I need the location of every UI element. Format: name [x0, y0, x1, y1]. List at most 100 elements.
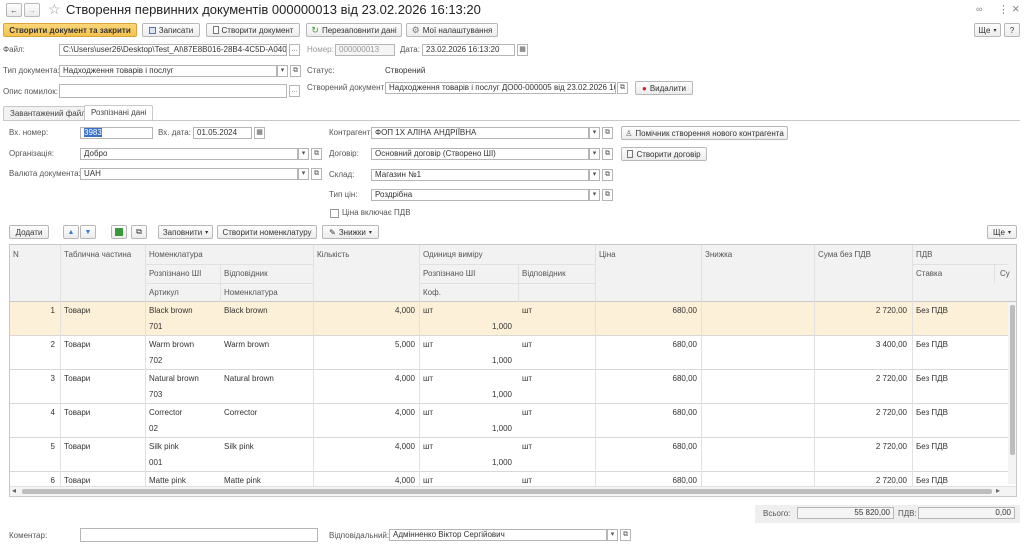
header-coef[interactable]: Коф.	[420, 283, 441, 302]
calendar-icon[interactable]: ▦	[517, 44, 528, 56]
my-settings-button[interactable]: ⚙ Мої налаштування	[406, 23, 498, 37]
new-contractor-helper-button[interactable]: ♙ Помічник створення нового контрагента	[621, 126, 788, 140]
close-icon[interactable]: ×	[1012, 1, 1020, 16]
table-cell-unit-match[interactable]: шт	[519, 302, 593, 319]
chevron-down-icon[interactable]: ▾	[589, 127, 600, 139]
table-cell-art[interactable]: 701	[146, 318, 218, 335]
table-cell-match[interactable]: Corrector	[221, 404, 311, 421]
contract-field[interactable]: Основний договір (Створено ШІ)	[371, 148, 589, 160]
header-unit-ai[interactable]: Розпізнано ШІ	[420, 264, 475, 283]
table-cell-ai[interactable]: Silk pink	[146, 438, 218, 455]
table-cell-n[interactable]: 3	[10, 370, 58, 387]
table-cell-ai[interactable]: Natural brown	[146, 370, 218, 387]
errors-open-button[interactable]: ...	[289, 85, 300, 97]
table-cell-rate[interactable]: Без ПДВ	[913, 438, 993, 455]
table-cell-unit-match[interactable]: шт	[519, 336, 593, 353]
favorite-star-icon[interactable]: ☆	[48, 1, 61, 18]
header-article[interactable]: Артикул	[146, 283, 179, 302]
table-cell-art[interactable]: 703	[146, 386, 218, 403]
table-cell-part[interactable]: Товари	[61, 370, 141, 387]
discounts-button[interactable]: ✎ Знижки ▾	[322, 225, 379, 239]
table-cell-coef[interactable]: 1,000	[420, 420, 515, 437]
table-cell-match[interactable]: Silk pink	[221, 438, 311, 455]
table-cell-ai[interactable]: Warm brown	[146, 336, 218, 353]
table-cell-match[interactable]: Warm brown	[221, 336, 311, 353]
table-cell-part[interactable]: Товари	[61, 336, 141, 353]
table-cell-qty[interactable]: 4,000	[314, 438, 418, 455]
chevron-down-icon[interactable]: ▾	[298, 168, 309, 180]
table-cell-qty[interactable]: 4,000	[314, 370, 418, 387]
copy-button[interactable]: ⧉	[131, 225, 147, 239]
header-unit-match[interactable]: Відповідник	[519, 264, 566, 283]
open-link-icon[interactable]: ⧉	[602, 169, 613, 181]
chevron-down-icon[interactable]: ▾	[589, 148, 600, 160]
table-cell-rate[interactable]: Без ПДВ	[913, 336, 993, 353]
tab-uploaded-file[interactable]: Завантажений файл	[3, 106, 93, 120]
open-link-icon[interactable]: ⧉	[602, 127, 613, 139]
file-select-button[interactable]: ...	[289, 44, 300, 56]
date-field[interactable]: 23.02.2026 16:13:20	[422, 44, 515, 56]
header-vat[interactable]: ПДВ	[913, 245, 933, 264]
chevron-down-icon[interactable]: ▾	[298, 148, 309, 160]
vertical-scrollbar-thumb[interactable]	[1010, 305, 1015, 455]
table-cell-rate[interactable]: Без ПДВ	[913, 404, 993, 421]
in-date-field[interactable]: 01.05.2024	[193, 127, 252, 139]
tab-recognized-data[interactable]: Розпізнані дані	[84, 105, 154, 120]
open-link-icon[interactable]: ⧉	[602, 189, 613, 201]
chevron-down-icon[interactable]: ▾	[589, 169, 600, 181]
table-cell-part[interactable]: Товари	[61, 404, 141, 421]
header-recognized-ai[interactable]: Розпізнано ШІ	[146, 264, 201, 283]
create-nomenclature-button[interactable]: Створити номенклатуру	[217, 225, 317, 239]
table-cell-unit-match[interactable]: шт	[519, 370, 593, 387]
header-su[interactable]: Су	[997, 264, 1010, 283]
table-cell-n[interactable]: 4	[10, 404, 58, 421]
table-cell-unit-ai[interactable]: шт	[420, 438, 515, 455]
table-cell-ai[interactable]: Corrector	[146, 404, 218, 421]
table-cell-price[interactable]: 680,00	[596, 336, 700, 353]
header-matching[interactable]: Відповідник	[221, 264, 268, 283]
table-cell-n[interactable]: 5	[10, 438, 58, 455]
file-field[interactable]: C:\Users\user26\Desktop\Test_AI\87E8B016…	[59, 44, 287, 56]
table-cell-art[interactable]: 702	[146, 352, 218, 369]
refill-data-button[interactable]: ↻ Перезаповнити дані	[306, 23, 402, 37]
open-link-icon[interactable]: ⧉	[290, 65, 301, 77]
table-cell-sum[interactable]: 3 400,00	[815, 336, 910, 353]
table-cell-unit-ai[interactable]: шт	[420, 336, 515, 353]
open-link-icon[interactable]: ⧉	[311, 168, 322, 180]
goods-table[interactable]: N Таблична частина Номенклатура Розпізна…	[9, 244, 1017, 497]
table-cell-ai[interactable]: Black brown	[146, 302, 218, 319]
header-quantity[interactable]: Кількість	[314, 245, 349, 264]
table-cell-unit-ai[interactable]: шт	[420, 302, 515, 319]
doctype-field[interactable]: Надходження товарів і послуг	[59, 65, 277, 77]
table-cell-unit-match[interactable]: шт	[519, 404, 593, 421]
table-cell-coef[interactable]: 1,000	[420, 352, 515, 369]
responsible-field[interactable]: Адмінненко Віктор Сергійович	[389, 529, 607, 541]
table-cell-coef[interactable]: 1,000	[420, 454, 515, 471]
header-unit[interactable]: Одиниця виміру	[420, 245, 483, 264]
table-cell-price[interactable]: 680,00	[596, 438, 700, 455]
table-cell-qty[interactable]: 5,000	[314, 336, 418, 353]
move-down-button[interactable]: ▼	[80, 225, 96, 239]
back-button[interactable]: ←	[6, 3, 22, 17]
scroll-right-icon[interactable]: ▸	[996, 486, 1000, 495]
chevron-down-icon[interactable]: ▾	[277, 65, 288, 77]
table-cell-sum[interactable]: 2 720,00	[815, 370, 910, 387]
table-cell-qty[interactable]: 4,000	[314, 302, 418, 319]
horizontal-scrollbar-thumb[interactable]	[22, 489, 992, 494]
errors-field[interactable]	[59, 84, 287, 98]
fill-button[interactable]: Заповнити ▾	[158, 225, 213, 239]
open-link-icon[interactable]: ⧉	[602, 148, 613, 160]
calendar-icon[interactable]: ▦	[254, 127, 265, 139]
table-cell-sum[interactable]: 2 720,00	[815, 404, 910, 421]
header-discount[interactable]: Знижка	[702, 245, 732, 264]
link-icon[interactable]: ∞	[976, 4, 982, 14]
excel-icon-button[interactable]	[111, 225, 127, 239]
organization-field[interactable]: Добро	[80, 148, 298, 160]
header-tab-part[interactable]: Таблична частина	[61, 245, 131, 264]
forward-button[interactable]: →	[24, 3, 40, 17]
move-up-button[interactable]: ▲	[63, 225, 79, 239]
header-nomenclature[interactable]: Номенклатура	[146, 245, 203, 264]
warehouse-field[interactable]: Магазин №1	[371, 169, 589, 181]
table-cell-coef[interactable]: 1,000	[420, 318, 515, 335]
table-cell-n[interactable]: 1	[10, 302, 58, 319]
